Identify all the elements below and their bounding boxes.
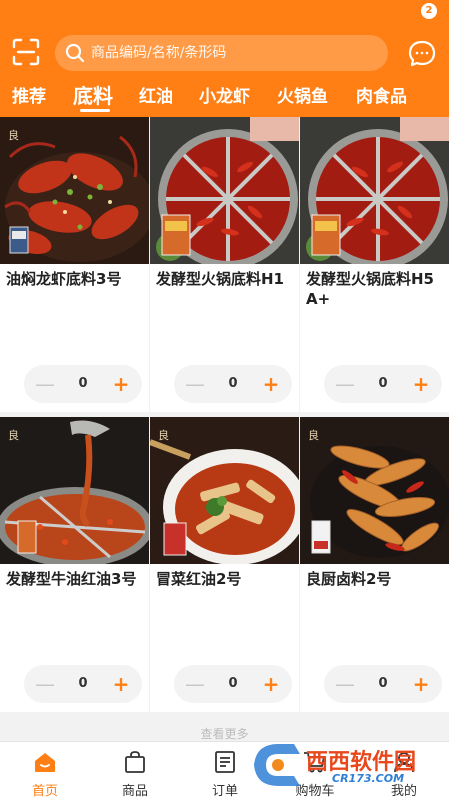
svg-text:良: 良 [158,428,169,442]
decrement-button[interactable]: — [182,665,208,703]
decrement-button[interactable]: — [332,365,358,403]
product-image[interactable]: 良 [150,417,299,564]
search-icon [65,43,85,63]
product-name[interactable]: 发酵型牛油红油3号 [6,569,144,589]
watermark-domain: CR173.COM [332,772,405,785]
increment-button[interactable]: + [408,665,434,703]
tab-base-sauce[interactable]: 底料 [73,80,113,109]
quantity-stepper: — 0 + [174,365,292,403]
quantity-stepper: — 0 + [174,665,292,703]
product-card[interactable]: 发酵型火锅底料H5A+ — 0 + [300,117,449,412]
decrement-button[interactable]: — [32,365,58,403]
scan-icon[interactable] [12,38,40,66]
quantity-value: 0 [78,376,88,391]
search-input[interactable] [91,35,376,71]
tab-crayfish[interactable]: 小龙虾 [199,82,250,107]
quantity-value: 0 [228,376,238,391]
product-card[interactable]: 良 发酵型牛油红油3号 — 0 + [0,417,149,712]
active-tab-indicator [80,109,110,112]
tab-home[interactable]: 首页 [0,742,90,797]
product-image[interactable] [150,117,299,264]
svg-text:良: 良 [8,428,19,442]
decrement-button[interactable]: — [332,665,358,703]
category-tabs: 推荐 底料 红油 小龙虾 火锅鱼 肉食品 [0,80,449,116]
app-root: 2 推荐 底料 红油 小龙虾 火锅鱼 肉食品 [0,0,449,797]
increment-button[interactable]: + [108,365,134,403]
product-card[interactable]: 良 良厨卤料2号 — 0 + [300,417,449,712]
product-card[interactable]: 发酵型火锅底料H1 — 0 + [150,117,299,412]
product-image[interactable] [300,117,449,264]
decrement-button[interactable]: — [32,665,58,703]
product-card[interactable]: 良 油焖龙虾底料3号 — 0 + [0,117,149,412]
message-icon[interactable] [406,37,438,69]
quantity-stepper: — 0 + [24,665,142,703]
tab-label: 商品 [121,784,148,797]
tab-products[interactable]: 商品 [90,742,180,797]
quantity-value: 0 [378,376,388,391]
svg-text:良: 良 [8,128,19,142]
increment-button[interactable]: + [108,665,134,703]
product-card[interactable]: 良 冒菜红油2号 — 0 + [150,417,299,712]
quantity-value: 0 [78,676,88,691]
decrement-button[interactable]: — [182,365,208,403]
tab-hotpot-fish[interactable]: 火锅鱼 [277,82,328,107]
tab-label: 首页 [31,784,58,797]
product-name[interactable]: 发酵型火锅底料H1 [156,269,294,289]
tab-meat[interactable]: 肉食品 [356,82,407,107]
product-name[interactable]: 发酵型火锅底料H5A+ [306,269,444,309]
svg-text:良: 良 [308,428,319,442]
quantity-stepper: — 0 + [24,365,142,403]
product-image[interactable]: 良 [0,417,149,564]
increment-button[interactable]: + [258,365,284,403]
quantity-stepper: — 0 + [324,665,442,703]
product-image[interactable]: 良 [0,117,149,264]
tab-recommend[interactable]: 推荐 [12,82,46,107]
increment-button[interactable]: + [258,665,284,703]
product-name[interactable]: 冒菜红油2号 [156,569,294,589]
quantity-stepper: — 0 + [324,365,442,403]
search-bar[interactable] [55,35,388,71]
header-top-row [0,30,449,76]
product-image[interactable]: 良 [300,417,449,564]
header: 2 推荐 底料 红油 小龙虾 火锅鱼 肉食品 [0,0,449,117]
quantity-value: 0 [378,676,388,691]
quantity-value: 0 [228,676,238,691]
message-badge: 2 [421,3,437,19]
home-icon [33,750,57,774]
tab-red-oil[interactable]: 红油 [139,82,173,107]
product-name[interactable]: 油焖龙虾底料3号 [6,269,144,289]
product-name[interactable]: 良厨卤料2号 [306,569,444,589]
increment-button[interactable]: + [408,365,434,403]
bag-icon [123,750,147,774]
watermark-logo: 西西软件园 CR173.COM [248,738,444,792]
order-icon [213,750,237,774]
